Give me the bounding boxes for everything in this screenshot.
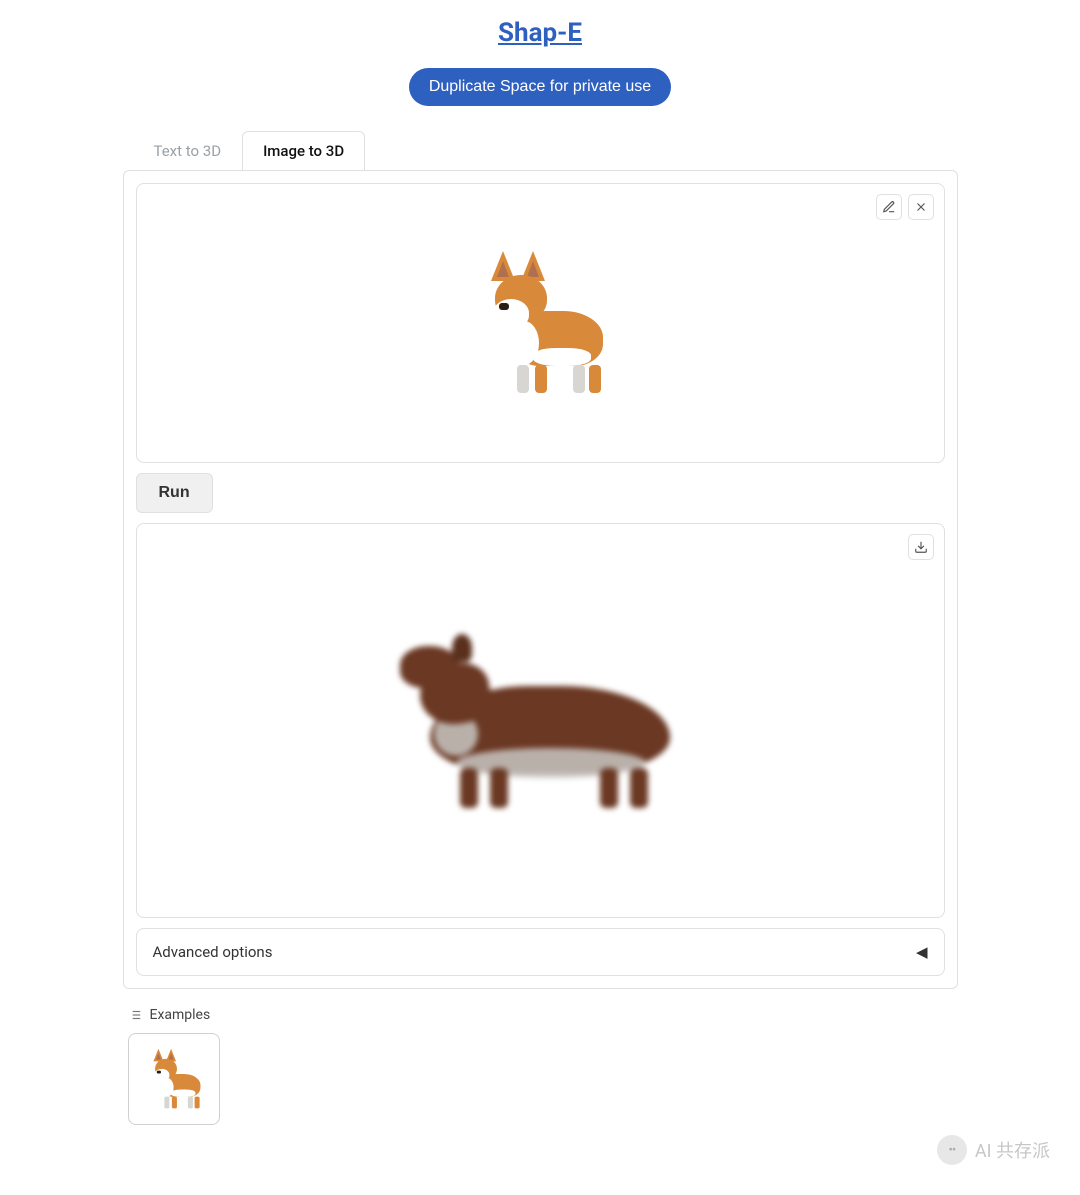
wechat-icon: •• xyxy=(937,1135,967,1165)
duplicate-space-button[interactable]: Duplicate Space for private use xyxy=(409,68,671,106)
run-button[interactable]: Run xyxy=(136,473,213,513)
input-image-box[interactable] xyxy=(136,183,945,463)
examples-section: Examples xyxy=(123,1007,958,1125)
tab-image-to-3d[interactable]: Image to 3D xyxy=(242,131,365,170)
examples-label: Examples xyxy=(150,1007,211,1023)
watermark-text: AI 共存派 xyxy=(975,1137,1050,1163)
output-model-corgi xyxy=(390,616,690,826)
close-icon[interactable] xyxy=(908,194,934,220)
input-image-corgi xyxy=(465,243,615,403)
main-panel: Run xyxy=(123,170,958,989)
example-thumb-corgi xyxy=(142,1045,205,1112)
tab-text-to-3d[interactable]: Text to 3D xyxy=(133,131,243,170)
tab-bar: Text to 3D Image to 3D xyxy=(133,131,958,170)
page-title[interactable]: Shap-E xyxy=(0,18,1080,48)
list-icon xyxy=(128,1008,142,1022)
output-model-box[interactable] xyxy=(136,523,945,918)
pencil-icon[interactable] xyxy=(876,194,902,220)
watermark: •• AI 共存派 xyxy=(937,1135,1050,1165)
advanced-options-accordion[interactable]: Advanced options ◀ xyxy=(136,928,945,976)
chevron-left-icon: ◀ xyxy=(916,943,928,961)
download-icon[interactable] xyxy=(908,534,934,560)
example-thumb-0[interactable] xyxy=(128,1033,220,1125)
accordion-label: Advanced options xyxy=(153,943,273,961)
